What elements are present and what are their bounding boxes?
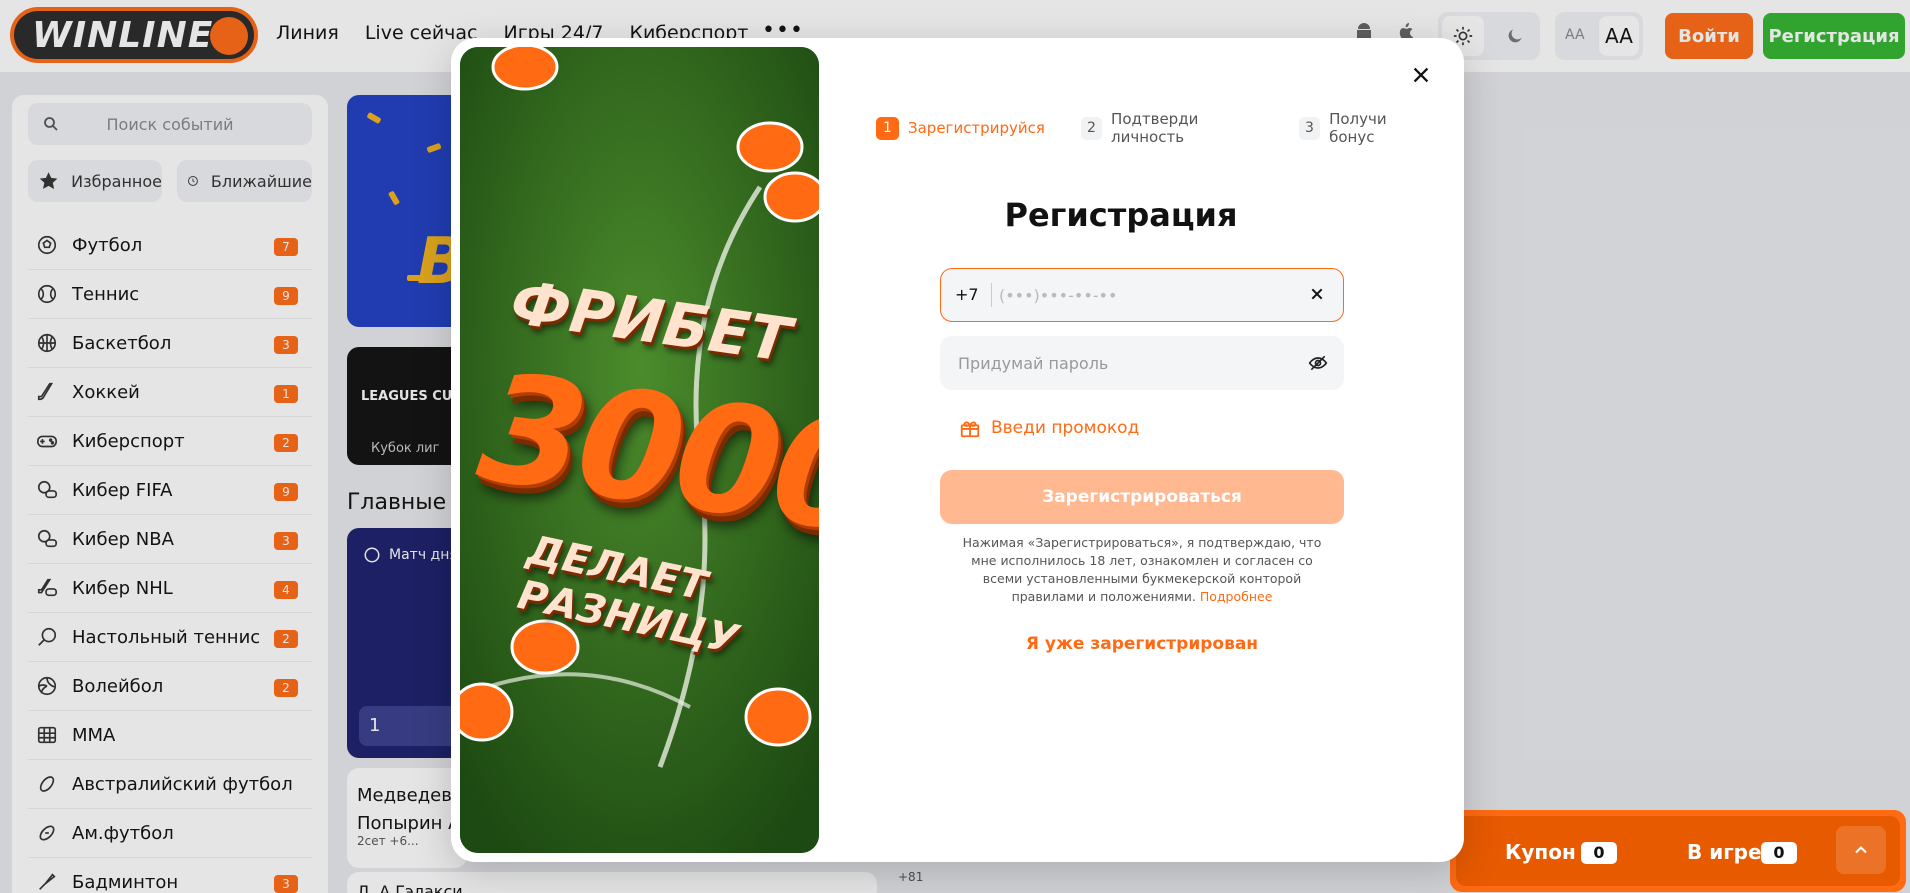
step-label: Получи бонус [1329,110,1387,146]
step-label: Подтверди личность [1111,110,1199,146]
registration-modal: ФРИБЕТ 3000 ДЕЛАЕТ РАЗНИЦУ 1 Зарегистрир… [451,38,1464,862]
phone-input[interactable] [999,279,1299,311]
gift-icon [960,421,980,438]
phone-field[interactable]: +7 [940,268,1344,322]
coupon-count: 0 [1581,842,1617,864]
promo-code-label: Введи промокод [991,418,1140,438]
legal-notice: Нажимая «Зарегистрироваться», я подтверж… [951,534,1333,606]
ingame-label[interactable]: В игре [1687,840,1762,864]
coupon-label[interactable]: Купон [1505,840,1576,864]
password-input[interactable] [958,348,1288,378]
step-bonus: 3 Получи бонус [1298,110,1428,146]
legal-more-link[interactable]: Подробнее [1200,589,1273,604]
coupon-bar: Купон 0 В игре 0 [1450,810,1906,892]
clear-icon[interactable] [1307,284,1327,304]
ingame-count: 0 [1761,842,1797,864]
step-number: 2 [1080,116,1103,140]
close-icon[interactable] [1407,61,1435,89]
eye-hidden-icon[interactable] [1308,353,1328,377]
step-number: 3 [1298,116,1321,140]
submit-registration-button[interactable]: Зарегистрироваться [940,470,1344,524]
registration-steps: 1 Зарегистрируйся 2 Подтверди личность 3… [876,110,1464,146]
step-label: Зарегистрируйся [908,119,1045,137]
step-register: 1 Зарегистрируйся [876,110,1045,146]
password-field[interactable] [940,336,1344,390]
phone-separator [991,283,992,307]
registration-title: Регистрация [1004,196,1238,234]
chevron-up-icon[interactable] [1836,826,1886,874]
step-number: 1 [876,116,899,140]
already-registered-link[interactable]: Я уже зарегистрирован [940,634,1344,654]
phone-prefix: +7 [955,285,979,304]
promo-code-link[interactable]: Введи промокод [959,417,1139,439]
step-verify: 2 Подтверди личность [1080,110,1263,146]
promo-image: ФРИБЕТ 3000 ДЕЛАЕТ РАЗНИЦУ [460,47,819,853]
